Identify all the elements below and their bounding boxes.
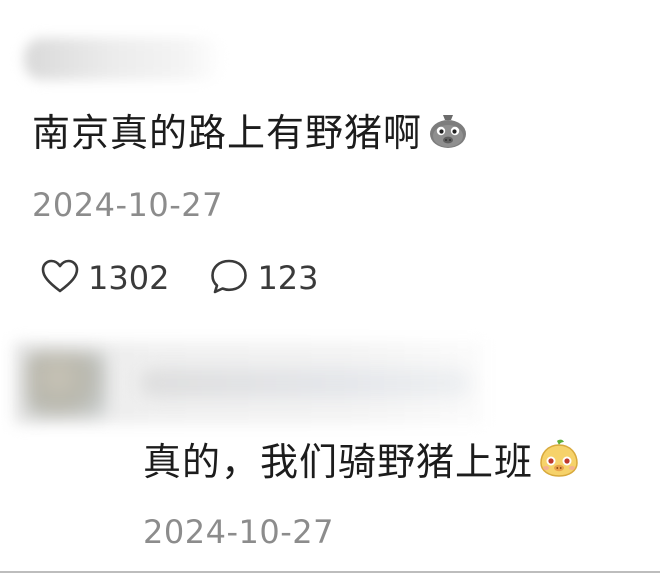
reply-count: 123 xyxy=(257,259,319,297)
comment-date: 2024-10-27 xyxy=(32,186,223,224)
reply-author-redacted xyxy=(140,368,470,398)
like-button[interactable]: 1302 xyxy=(40,258,169,298)
author-name-redacted xyxy=(24,38,224,80)
comment-bubble-icon xyxy=(209,257,249,299)
cute-boar-face-icon xyxy=(537,438,581,478)
reply-text: 真的，我们骑野猪上班 xyxy=(143,439,534,484)
reply-date: 2024-10-27 xyxy=(143,513,334,551)
heart-icon xyxy=(40,258,80,298)
like-count: 1302 xyxy=(88,259,170,297)
reply-body: 真的，我们骑野猪上班 xyxy=(143,432,581,484)
comment-body: 南京真的路上有野猪啊 xyxy=(32,103,470,155)
comment-actions: 1302 123 xyxy=(40,255,319,301)
boar-sticker-icon xyxy=(426,109,470,149)
avatar[interactable] xyxy=(26,352,106,416)
reply-button[interactable]: 123 xyxy=(209,257,319,299)
comment-text: 南京真的路上有野猪啊 xyxy=(32,110,423,155)
